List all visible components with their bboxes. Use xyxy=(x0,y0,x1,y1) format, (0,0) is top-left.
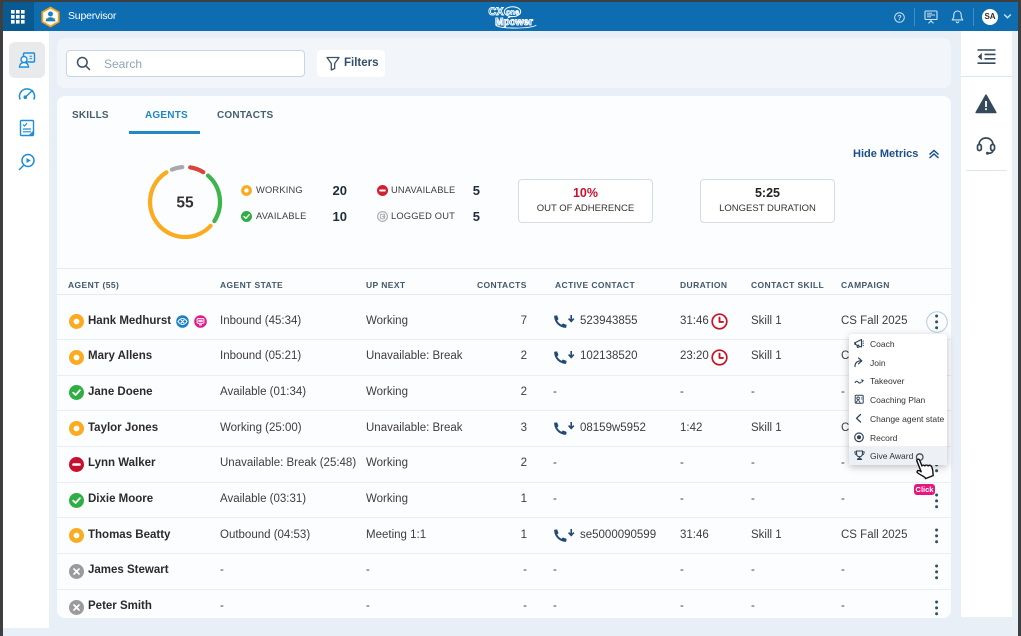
svg-text:55: 55 xyxy=(176,194,194,211)
svg-text:?: ? xyxy=(897,15,901,22)
svg-text:Mpower: Mpower xyxy=(495,17,533,28)
svg-text:one: one xyxy=(506,8,519,17)
